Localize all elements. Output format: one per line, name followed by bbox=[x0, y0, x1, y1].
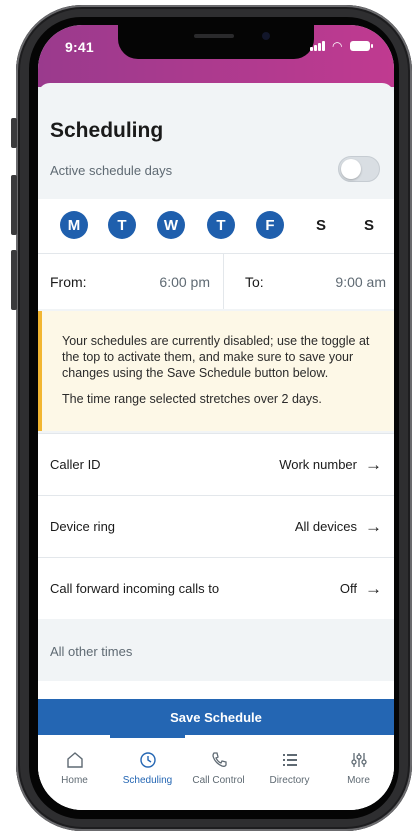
day-thursday[interactable]: T bbox=[207, 211, 235, 239]
status-time: 9:41 bbox=[65, 39, 94, 55]
tab-scheduling[interactable]: Scheduling bbox=[112, 735, 183, 795]
status-icons: ◠ bbox=[310, 39, 373, 53]
from-time-field[interactable]: From: 6:00 pm bbox=[50, 254, 210, 309]
to-time-field[interactable]: To: 9:00 am bbox=[245, 254, 386, 309]
tab-call-control-label: Call Control bbox=[192, 775, 245, 786]
caller-id-label: Caller ID bbox=[50, 457, 101, 472]
day-wednesday[interactable]: W bbox=[157, 211, 185, 239]
notice-text: Your schedules are currently disabled; u… bbox=[62, 334, 370, 380]
device-ring-value: All devices bbox=[294, 519, 357, 534]
arrow-right-icon: → bbox=[365, 454, 382, 474]
day-friday[interactable]: F bbox=[256, 211, 284, 239]
phone-screen: 9:41 ◠ Scheduling Active schedule days M… bbox=[38, 25, 394, 810]
day-selector: M T W T F S S bbox=[38, 199, 394, 253]
time-range-row: From: 6:00 pm To: 9:00 am bbox=[38, 253, 394, 309]
scheduling-page: Scheduling Active schedule days M T W T … bbox=[38, 83, 394, 810]
volume-up-button bbox=[11, 175, 17, 235]
day-sunday[interactable]: S bbox=[355, 211, 383, 239]
device-ring-label: Device ring bbox=[50, 519, 116, 534]
active-schedule-label: Active schedule days bbox=[50, 163, 173, 178]
volume-down-button bbox=[11, 250, 17, 310]
bottom-tab-bar: Home Scheduling Call Control Directory M… bbox=[38, 735, 394, 810]
time-divider bbox=[223, 254, 224, 309]
notch bbox=[118, 25, 314, 59]
arrow-right-icon: → bbox=[365, 516, 382, 536]
call-forward-label: Call forward incoming calls to bbox=[50, 581, 220, 596]
page-title: Scheduling bbox=[50, 119, 164, 142]
sliders-icon bbox=[350, 751, 368, 769]
wifi-icon: ◠ bbox=[332, 39, 343, 53]
to-label: To: bbox=[245, 273, 264, 290]
to-value: 9:00 am bbox=[335, 273, 386, 290]
save-schedule-button[interactable]: Save Schedule bbox=[38, 699, 394, 735]
mute-switch bbox=[11, 118, 17, 148]
front-camera bbox=[262, 32, 270, 40]
clock-icon bbox=[139, 751, 157, 769]
caller-id-value: Work number bbox=[279, 457, 357, 472]
from-label: From: bbox=[50, 273, 87, 290]
tab-home[interactable]: Home bbox=[39, 735, 110, 795]
day-monday[interactable]: M bbox=[60, 211, 88, 239]
battery-icon bbox=[350, 41, 373, 51]
tab-directory-label: Directory bbox=[269, 775, 310, 786]
notice-range-text: The time range selected stretches over 2… bbox=[62, 392, 322, 406]
caller-id-row[interactable]: Caller ID Work number → bbox=[38, 433, 394, 495]
tab-directory[interactable]: Directory bbox=[254, 735, 325, 795]
call-forward-value: Off bbox=[339, 581, 357, 596]
call-forward-row[interactable]: Call forward incoming calls to Off → bbox=[38, 557, 394, 619]
tab-call-control[interactable]: Call Control bbox=[183, 735, 254, 795]
other-times-content bbox=[38, 681, 394, 699]
home-icon bbox=[66, 751, 84, 769]
status-bar: 9:41 ◠ bbox=[38, 25, 394, 87]
schedule-disabled-notice: Your schedules are currently disabled; u… bbox=[38, 311, 394, 431]
toggle-knob bbox=[341, 159, 361, 179]
tab-scheduling-label: Scheduling bbox=[122, 775, 173, 786]
tab-more-label: More bbox=[347, 775, 370, 786]
day-saturday[interactable]: S bbox=[307, 211, 335, 239]
from-value: 6:00 pm bbox=[159, 273, 210, 290]
other-times-label: All other times bbox=[50, 644, 133, 659]
device-ring-row[interactable]: Device ring All devices → bbox=[38, 495, 394, 557]
tab-home-label: Home bbox=[61, 775, 88, 786]
tab-more[interactable]: More bbox=[323, 735, 394, 795]
phone-icon bbox=[210, 751, 228, 769]
day-tuesday[interactable]: T bbox=[108, 211, 136, 239]
list-icon bbox=[281, 751, 299, 769]
arrow-right-icon: → bbox=[365, 578, 382, 598]
other-times-section: All other times bbox=[38, 621, 394, 681]
active-schedule-toggle[interactable] bbox=[338, 156, 380, 182]
speaker bbox=[194, 34, 234, 38]
